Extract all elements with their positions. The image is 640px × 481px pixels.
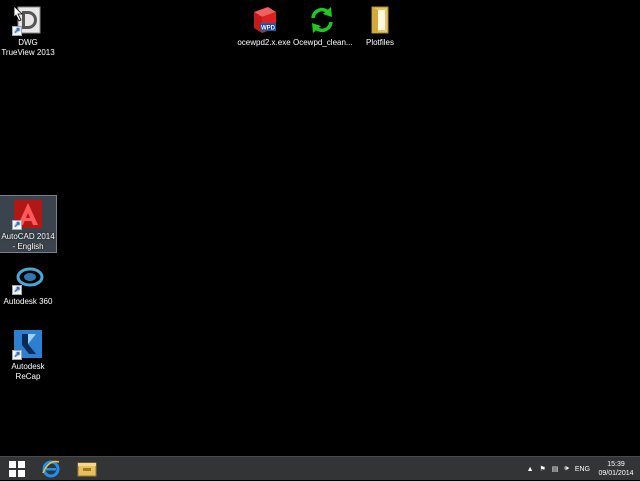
file-explorer-icon — [77, 462, 97, 477]
svg-text:WPD: WPD — [261, 26, 276, 32]
desktop-icon-label: Plotfiles — [365, 38, 394, 47]
windows-logo-icon — [9, 461, 25, 477]
system-tray: ▲ ⚑ ▤ 🕪 ENG 15:39 09/01/2014 — [527, 457, 640, 481]
show-hidden-icons-icon[interactable]: ▲ — [527, 466, 534, 473]
shortcut-arrow-icon: ↗ — [12, 350, 22, 360]
shortcut-arrow-icon: ↗ — [12, 26, 22, 36]
internet-explorer-icon — [42, 460, 60, 478]
desktop-icon-dwg-trueview[interactable]: ↗ DWG TrueView 2013 — [0, 2, 56, 58]
ocewpd-installer-icon: WPD — [248, 4, 280, 36]
clock-time: 15:39 — [607, 461, 625, 468]
desktop-icon-ocewpd-clean[interactable]: Ocewpd_clean... — [292, 2, 353, 48]
refresh-arrows-icon — [306, 4, 338, 36]
input-language[interactable]: ENG — [575, 466, 590, 473]
desktop-icon-label: DWG TrueView 2013 — [1, 38, 55, 57]
desktop-icon-ocewpd-exe[interactable]: WPD ocewpd2.x.exe — [234, 2, 294, 48]
desktop-icon-label: AutoCAD 2014 - English — [1, 232, 55, 251]
desktop-icon-plotfiles[interactable]: Plotfiles — [352, 2, 408, 48]
folder-icon — [364, 4, 396, 36]
desktop-icon-autocad-2014[interactable]: ↗ AutoCAD 2014 - English — [0, 195, 57, 253]
shortcut-arrow-icon: ↗ — [12, 220, 22, 230]
clock-date: 09/01/2014 — [598, 470, 634, 477]
taskbar: ▲ ⚑ ▤ 🕪 ENG 15:39 09/01/2014 — [0, 456, 640, 480]
taskbar-internet-explorer[interactable] — [34, 457, 68, 481]
taskbar-file-explorer[interactable] — [70, 457, 104, 481]
action-center-flag-icon[interactable]: ⚑ — [540, 465, 546, 473]
desktop-icon-label: Autodesk 360 — [3, 297, 53, 306]
shortcut-arrow-icon: ↗ — [12, 285, 22, 295]
desktop-icon-autodesk-360[interactable]: ↗ Autodesk 360 — [0, 261, 56, 307]
desktop-icon-label: ocewpd2.x.exe — [237, 38, 291, 47]
desktop-icon-label: Autodesk ReCap — [11, 362, 45, 381]
desktop-icon-autodesk-recap[interactable]: ↗ Autodesk ReCap — [0, 326, 56, 382]
desktop: ↗ DWG TrueView 2013 WPD ocewpd2.x.exe Oc… — [0, 0, 640, 456]
dwg-trueview-icon: ↗ — [12, 4, 44, 36]
volume-icon[interactable]: 🕪 — [564, 465, 568, 473]
start-button[interactable] — [0, 457, 34, 481]
autodesk-360-icon: ↗ — [12, 263, 44, 295]
desktop-icon-label: Ocewpd_clean... — [293, 38, 353, 47]
clock[interactable]: 15:39 09/01/2014 — [596, 460, 636, 478]
network-icon[interactable]: ▤ — [552, 465, 559, 473]
autocad-icon: ↗ — [12, 198, 44, 230]
autodesk-recap-icon: ↗ — [12, 328, 44, 360]
